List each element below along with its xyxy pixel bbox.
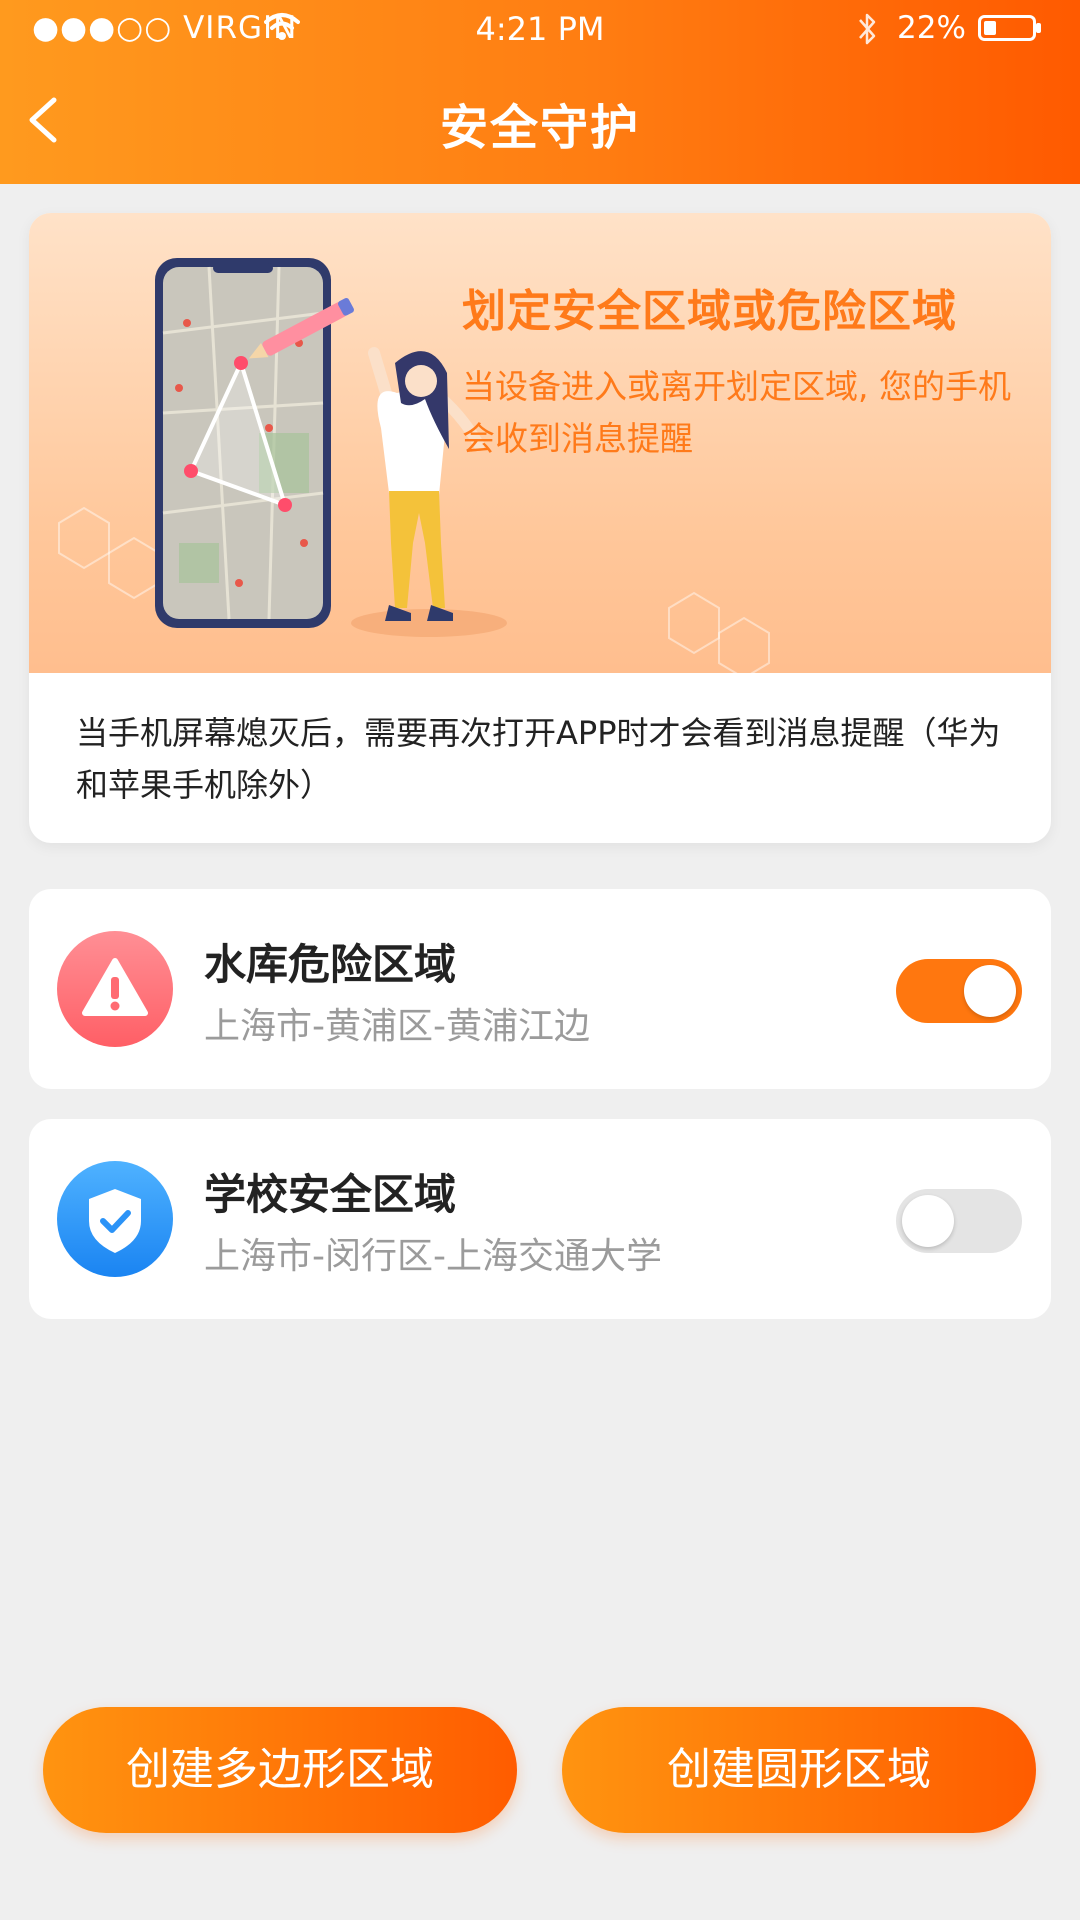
banner-subtitle: 当设备进入或离开划定区域, 您的手机会收到消息提醒: [462, 367, 1011, 458]
banner-note: 当手机屏幕熄灭后，需要再次打开APP时才会看到消息提醒（华为和苹果手机除外）: [76, 714, 1001, 804]
battery-icon: [978, 15, 1041, 41]
shield-check-icon: [57, 1161, 173, 1277]
bluetooth-icon: [859, 13, 876, 45]
toggle-knob: [902, 1195, 954, 1247]
zone-toggle-danger[interactable]: [896, 959, 1022, 1023]
create-circle-zone-button[interactable]: 创建圆形区域: [562, 1707, 1036, 1833]
zone-name: 水库危险区域: [204, 940, 457, 989]
zone-address: 上海市-黄浦区-黄浦江边: [204, 1006, 590, 1047]
zone-card-danger[interactable]: 水库危险区域 上海市-黄浦区-黄浦江边: [29, 889, 1051, 1089]
toggle-knob: [964, 965, 1016, 1017]
zone-address: 上海市-闵行区-上海交通大学: [204, 1236, 662, 1277]
page-title: 安全守护: [439, 100, 640, 156]
create-polygon-zone-button[interactable]: 创建多边形区域: [43, 1707, 517, 1833]
banner-illustration: 划定安全区域或危险区域 当设备进入或离开划定区域, 您的手机会收到消息提醒: [29, 213, 1051, 673]
battery-percent: 22%: [897, 10, 966, 46]
warning-icon: [57, 931, 173, 1047]
zone-toggle-safe[interactable]: [896, 1189, 1022, 1253]
zone-card-safe[interactable]: 学校安全区域 上海市-闵行区-上海交通大学: [29, 1119, 1051, 1319]
zone-name: 学校安全区域: [204, 1170, 457, 1219]
banner-heading: 划定安全区域或危险区域: [462, 286, 957, 337]
status-bar: ●●●○○ VIRGIN 4:21 PM 22%: [0, 0, 1080, 60]
header: ●●●○○ VIRGIN 4:21 PM 22% 安全守护: [0, 0, 1080, 184]
info-banner-card: 划定安全区域或危险区域 当设备进入或离开划定区域, 您的手机会收到消息提醒 当手…: [29, 213, 1051, 843]
